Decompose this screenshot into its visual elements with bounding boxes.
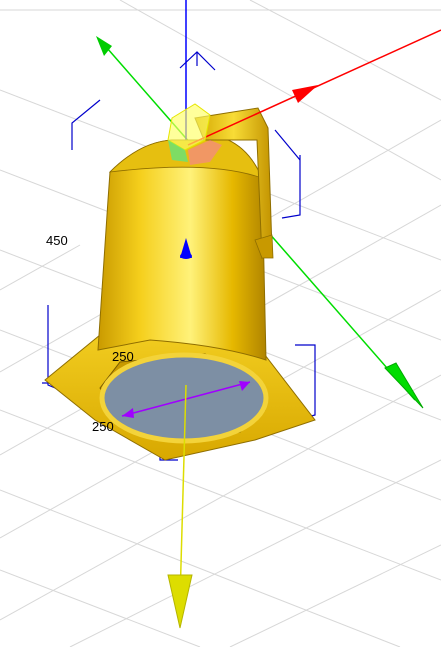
aim-arrow-icon bbox=[167, 574, 193, 629]
scene-canvas[interactable] bbox=[0, 0, 441, 647]
bounding-box-corner-icon bbox=[71, 99, 101, 150]
spotlight-lens[interactable] bbox=[99, 352, 269, 444]
height-dimension-label: 450 bbox=[46, 233, 68, 248]
x-axis-arrow-icon bbox=[292, 85, 318, 103]
x-axis[interactable] bbox=[187, 29, 441, 146]
top-width-dimension-label: 250 bbox=[112, 349, 134, 364]
3d-viewport[interactable]: 450 250 250 bbox=[0, 0, 441, 647]
y-axis-arrow-back-icon bbox=[96, 36, 112, 56]
bottom-width-dimension-label: 250 bbox=[92, 419, 114, 434]
y-axis-arrow-icon[interactable] bbox=[384, 362, 424, 409]
spotlight-body[interactable] bbox=[97, 139, 267, 361]
